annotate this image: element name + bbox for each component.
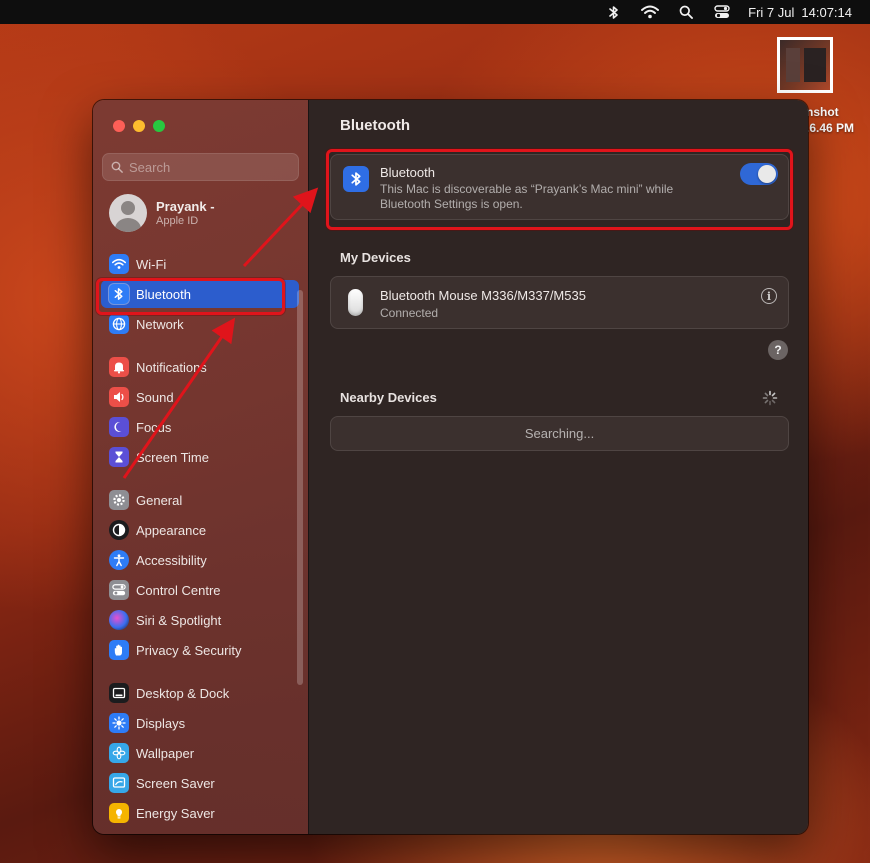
appearance-icon <box>109 520 129 540</box>
screensaver-icon <box>109 773 129 793</box>
desktop-screenshot-thumbnail[interactable] <box>777 37 833 93</box>
sidebar-item-label: Focus <box>136 419 172 435</box>
sidebar-item-label: Sound <box>136 389 174 405</box>
menu-bar-clock[interactable]: Fri 7 Jul 14:07:14 <box>748 5 852 20</box>
flower-icon <box>109 743 129 763</box>
sidebar-item-label: Wi-Fi <box>136 256 167 272</box>
control-centre-icon <box>109 580 129 600</box>
sidebar-search[interactable] <box>102 153 299 181</box>
clock-time: 14:07:14 <box>801 4 852 20</box>
sidebar-item-label: Network <box>136 316 184 332</box>
siri-icon <box>109 610 129 630</box>
wifi-icon[interactable] <box>640 4 660 20</box>
device-row[interactable]: Bluetooth Mouse M336/M337/M535 Connected… <box>330 276 789 329</box>
screenshot-label-line2: .6.46 PM <box>806 121 855 135</box>
sidebar-item-label: Screen Time <box>136 449 209 465</box>
account-subtitle: Apple ID <box>156 215 199 227</box>
sidebar-item-label: Screen Saver <box>136 775 215 791</box>
avatar <box>109 194 147 232</box>
account-name: Prayank - <box>156 199 215 214</box>
sidebar-item-screen-saver[interactable]: Screen Saver <box>101 769 299 797</box>
sidebar-item-focus[interactable]: Focus <box>101 413 299 441</box>
accessibility-icon <box>109 550 129 570</box>
sidebar-item-energy-saver[interactable]: Energy Saver <box>101 799 299 827</box>
device-info-button[interactable]: i <box>761 288 777 304</box>
gear-icon <box>109 490 129 510</box>
sidebar-item-label: Energy Saver <box>136 805 215 821</box>
dock-icon <box>109 683 129 703</box>
apple-id-account[interactable]: Prayank - Apple ID <box>109 194 215 232</box>
menu-bar: Fri 7 Jul 14:07:14 <box>0 0 870 24</box>
mouse-icon <box>348 289 363 316</box>
sidebar-item-label: Displays <box>136 715 186 731</box>
window-controls <box>113 120 165 132</box>
sidebar-item-label: Siri & Spotlight <box>136 612 222 628</box>
sidebar-item-wallpaper[interactable]: Wallpaper <box>101 739 299 767</box>
sidebar-item-label: Accessibility <box>136 552 207 568</box>
help-button[interactable]: ? <box>768 340 788 360</box>
desktop-screenshot-label[interactable]: nshot .6.46 PM <box>806 104 854 136</box>
device-name: Bluetooth Mouse M336/M337/M535 <box>380 288 586 303</box>
hourglass-icon <box>109 447 129 467</box>
nearby-devices-heading: Nearby Devices <box>340 390 437 405</box>
sun-icon <box>109 713 129 733</box>
sidebar-item-notifications[interactable]: Notifications <box>101 353 299 381</box>
annotation-highlight-bluetooth-toggle <box>326 149 793 230</box>
annotation-highlight-sidebar-bluetooth <box>96 278 285 315</box>
sidebar-item-label: Control Centre <box>136 582 221 598</box>
sidebar-item-sound[interactable]: Sound <box>101 383 299 411</box>
sidebar-item-general[interactable]: General <box>101 486 299 514</box>
sidebar-item-screen-time[interactable]: Screen Time <box>101 443 299 471</box>
searching-status: Searching... <box>524 426 595 441</box>
search-icon[interactable] <box>676 4 696 20</box>
sidebar: Prayank - Apple ID Wi-Fi Bluetooth <box>93 100 309 834</box>
close-button[interactable] <box>113 120 125 132</box>
sidebar-item-label: Wallpaper <box>136 745 195 761</box>
bell-icon <box>109 357 129 377</box>
nearby-devices-list: Searching... <box>330 416 789 451</box>
moon-icon <box>109 417 129 437</box>
wifi-icon <box>109 254 129 274</box>
my-devices-heading: My Devices <box>340 250 411 265</box>
sidebar-item-wifi[interactable]: Wi-Fi <box>101 250 299 278</box>
speaker-icon <box>109 387 129 407</box>
sidebar-item-label: Appearance <box>136 522 207 538</box>
sidebar-item-label: Privacy & Security <box>136 642 242 658</box>
globe-icon <box>109 314 129 334</box>
sidebar-scrollbar[interactable] <box>297 290 303 685</box>
bulb-icon <box>109 803 129 823</box>
hand-icon <box>109 640 129 660</box>
minimize-button[interactable] <box>133 120 145 132</box>
sidebar-item-label: Desktop & Dock <box>136 685 230 701</box>
loading-spinner-icon <box>762 390 778 406</box>
device-status: Connected <box>380 306 439 320</box>
sidebar-item-displays[interactable]: Displays <box>101 709 299 737</box>
sidebar-item-desktop-dock[interactable]: Desktop & Dock <box>101 679 299 707</box>
page-title: Bluetooth <box>340 117 410 134</box>
bluetooth-icon[interactable] <box>604 4 624 20</box>
search-icon <box>111 161 123 173</box>
sidebar-item-control-centre[interactable]: Control Centre <box>101 576 299 604</box>
sidebar-item-label: Notifications <box>136 359 207 375</box>
sidebar-item-privacy-security[interactable]: Privacy & Security <box>101 636 299 664</box>
search-input[interactable] <box>129 159 289 175</box>
zoom-button[interactable] <box>153 120 165 132</box>
clock-date: Fri 7 Jul <box>748 4 795 20</box>
sidebar-item-appearance[interactable]: Appearance <box>101 516 299 544</box>
sidebar-item-siri-spotlight[interactable]: Siri & Spotlight <box>101 606 299 634</box>
sidebar-item-accessibility[interactable]: Accessibility <box>101 546 299 574</box>
sidebar-item-label: General <box>136 492 183 508</box>
screenshot-label-line1: nshot <box>806 105 839 119</box>
control-centre-icon[interactable] <box>712 4 732 20</box>
